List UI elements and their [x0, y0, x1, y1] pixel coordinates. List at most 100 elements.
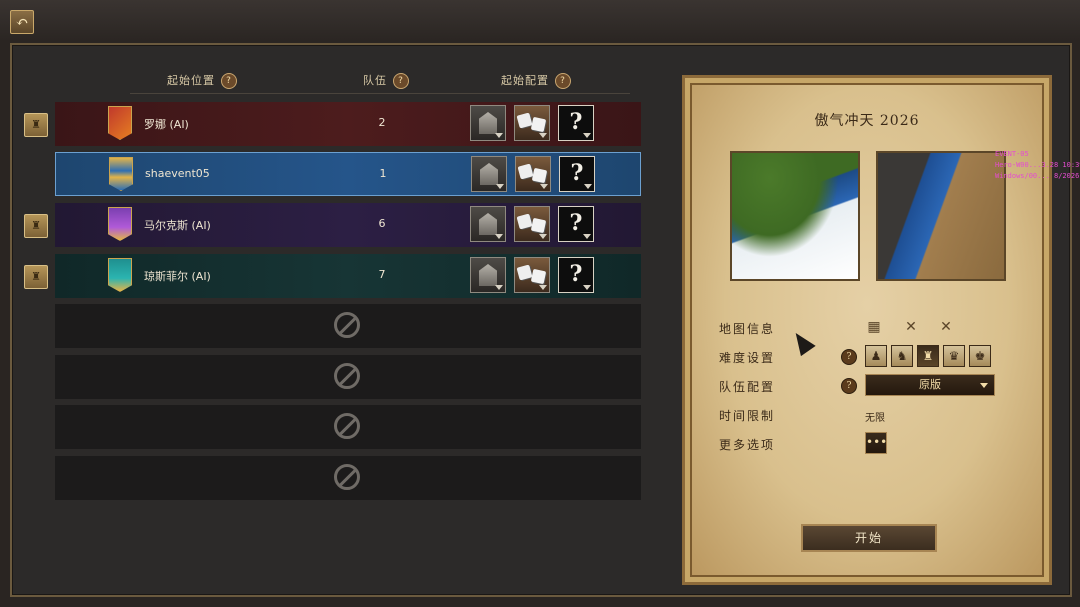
- player-swap-button[interactable]: ♜: [24, 265, 48, 289]
- player-banner-icon[interactable]: [108, 106, 132, 140]
- dropdown-caret-icon: [583, 133, 591, 138]
- town-select-icon[interactable]: [470, 206, 506, 242]
- player-name: 罗娜 (AI): [144, 118, 189, 131]
- team-config-value: 原版: [919, 378, 941, 391]
- dropdown-caret-icon: [539, 234, 547, 239]
- difficulty-pawn-button[interactable]: ♟: [865, 345, 887, 367]
- player-banner-icon[interactable]: [108, 258, 132, 292]
- player-swap-button[interactable]: ♜: [24, 113, 48, 137]
- empty-slot-row: [55, 304, 641, 348]
- player-swap-button[interactable]: ♜: [24, 214, 48, 238]
- more-options-button[interactable]: •••: [865, 432, 887, 454]
- back-button[interactable]: ↶: [10, 10, 34, 34]
- dropdown-caret-icon: [539, 133, 547, 138]
- difficulty-label: 难度设置: [719, 351, 776, 365]
- header-start-config-label: 起始配置: [501, 74, 549, 87]
- header-start-position-label: 起始位置: [167, 74, 215, 87]
- player-team[interactable]: 1: [378, 167, 388, 180]
- difficulty-knight-button[interactable]: ♞: [891, 345, 913, 367]
- more-options-label: 更多选项: [719, 438, 776, 452]
- player-row[interactable]: 罗娜 (AI) 2 ?: [55, 102, 641, 146]
- underground-minimap: [876, 151, 1006, 281]
- no-entry-icon: [334, 363, 360, 389]
- dropdown-caret-icon: [584, 184, 592, 189]
- difficulty-queen-button[interactable]: ♛: [943, 345, 965, 367]
- difficulty-king-button[interactable]: ♚: [969, 345, 991, 367]
- header-divider: [130, 93, 630, 94]
- dropdown-caret-icon: [495, 234, 503, 239]
- player-banner-icon[interactable]: [109, 157, 133, 191]
- random-hero-icon[interactable]: [514, 105, 550, 141]
- overlay-watermark-1: EVENT-05: [995, 150, 1029, 158]
- time-limit-value: 无限: [865, 413, 885, 424]
- dropdown-caret-icon: [495, 133, 503, 138]
- help-icon[interactable]: ?: [221, 73, 237, 89]
- empty-slot-row: [55, 405, 641, 449]
- surface-minimap: [730, 151, 860, 281]
- header-team-label: 队伍: [363, 74, 387, 87]
- help-icon[interactable]: ?: [841, 378, 857, 394]
- knight-icon: ♞: [896, 349, 908, 363]
- start-button[interactable]: 开始: [801, 524, 937, 552]
- swap-icon: ♜: [31, 270, 41, 283]
- cursor-icon: [788, 327, 816, 357]
- bonus-select-icon[interactable]: ?: [559, 156, 595, 192]
- header-start-config: 起始配置?: [501, 72, 571, 89]
- start-button-label: 开始: [854, 531, 883, 545]
- king-icon: ♚: [974, 349, 986, 363]
- chevron-down-icon: [980, 383, 988, 388]
- question-mark-icon: ?: [569, 261, 583, 287]
- header-team: 队伍?: [363, 72, 409, 89]
- no-entry-icon: [334, 312, 360, 338]
- player-team[interactable]: 6: [377, 217, 387, 230]
- bonus-select-icon[interactable]: ?: [558, 105, 594, 141]
- pawn-icon: ♟: [870, 349, 882, 363]
- rook-icon: ♜: [922, 349, 934, 363]
- player-row[interactable]: 马尔克斯 (AI) 6 ?: [55, 203, 641, 247]
- bonus-select-icon[interactable]: ?: [558, 206, 594, 242]
- player-name: 琼斯菲尔 (AI): [144, 270, 211, 283]
- player-row-self[interactable]: shaevent05 1 ?: [55, 152, 641, 196]
- no-entry-icon: [334, 413, 360, 439]
- dropdown-caret-icon: [540, 184, 548, 189]
- team-config-select[interactable]: 原版: [865, 374, 995, 396]
- player-row[interactable]: 琼斯菲尔 (AI) 7 ?: [55, 254, 641, 298]
- team-config-label: 队伍配置: [719, 380, 776, 394]
- help-icon[interactable]: ?: [841, 349, 857, 365]
- town-select-icon[interactable]: [471, 156, 507, 192]
- map-size-icon: ▦: [867, 319, 881, 335]
- difficulty-rook-button[interactable]: ♜: [917, 345, 939, 367]
- player-team[interactable]: 7: [377, 268, 387, 281]
- help-icon[interactable]: ?: [393, 73, 409, 89]
- queen-icon: ♛: [948, 349, 960, 363]
- overlay-watermark-2: Hero-W00...3.28 10:39: [995, 161, 1080, 169]
- loss-condition-icon: ✕: [940, 319, 952, 335]
- player-name: shaevent05: [145, 167, 210, 180]
- dropdown-caret-icon: [583, 234, 591, 239]
- ellipsis-icon: •••: [866, 435, 888, 449]
- question-mark-icon: ?: [570, 160, 584, 186]
- town-select-icon[interactable]: [470, 257, 506, 293]
- empty-slot-row: [55, 456, 641, 500]
- random-hero-icon[interactable]: [514, 206, 550, 242]
- town-select-icon[interactable]: [470, 105, 506, 141]
- player-team[interactable]: 2: [377, 116, 387, 129]
- player-name: 马尔克斯 (AI): [144, 219, 211, 232]
- player-banner-icon[interactable]: [108, 207, 132, 241]
- help-icon[interactable]: ?: [555, 73, 571, 89]
- dropdown-caret-icon: [583, 285, 591, 290]
- question-mark-icon: ?: [569, 210, 583, 236]
- overlay-watermark-3: Windows/00... 8/2026: [995, 172, 1080, 180]
- random-hero-icon[interactable]: [514, 257, 550, 293]
- bonus-select-icon[interactable]: ?: [558, 257, 594, 293]
- dropdown-caret-icon: [539, 285, 547, 290]
- top-bar: ↶: [0, 0, 1080, 40]
- header-start-position: 起始位置?: [167, 72, 237, 89]
- victory-condition-icon: ✕: [905, 319, 917, 335]
- no-entry-icon: [334, 464, 360, 490]
- random-hero-icon[interactable]: [515, 156, 551, 192]
- swap-icon: ♜: [31, 118, 41, 131]
- question-mark-icon: ?: [569, 109, 583, 135]
- empty-slot-row: [55, 355, 641, 399]
- map-info-label: 地图信息: [719, 322, 776, 336]
